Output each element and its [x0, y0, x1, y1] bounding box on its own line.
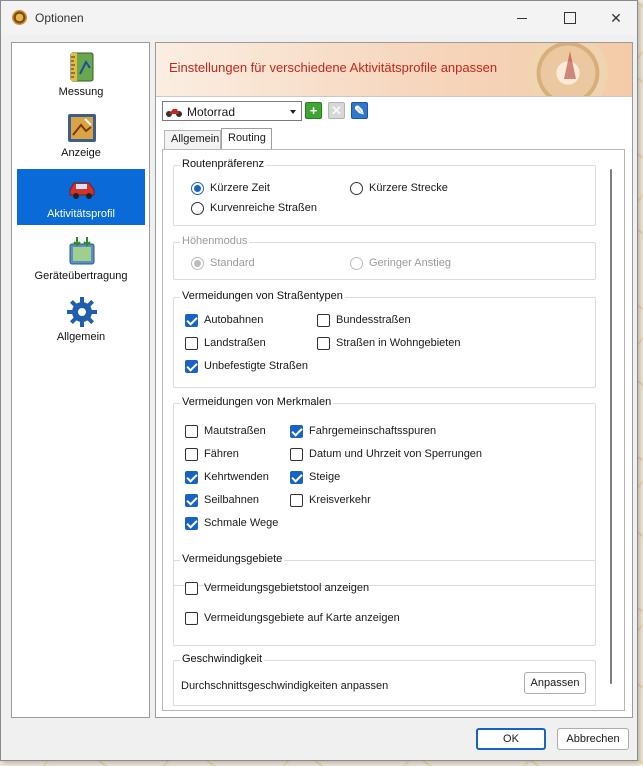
- sidebar-item-messung[interactable]: Messung: [17, 47, 145, 103]
- title-bar: Optionen ✕: [1, 1, 637, 35]
- radio-indicator: [191, 202, 204, 215]
- category-sidebar: Messung Anzeige Aktivitätsprofil Geräteü…: [11, 42, 150, 718]
- cancel-button[interactable]: Abbrechen: [557, 728, 629, 750]
- group-legend: Höhenmodus: [180, 235, 250, 247]
- radio-indicator: [191, 182, 204, 195]
- sidebar-item-allgemein[interactable]: Allgemein: [17, 292, 145, 348]
- radio-label: Geringer Anstieg: [369, 257, 451, 269]
- tab-allgemein[interactable]: Allgemein: [164, 130, 221, 149]
- sidebar-item-label: Allgemein: [56, 331, 106, 343]
- settings-panel: Einstellungen für verschiedene Aktivität…: [155, 42, 633, 718]
- checkbox-label: Straßen in Wohngebieten: [336, 337, 461, 349]
- tab-routing[interactable]: Routing: [221, 128, 272, 150]
- checkbox-indicator: [290, 494, 303, 507]
- group-elevation-mode: Höhenmodus Standard Geringer Anstieg: [173, 235, 596, 280]
- checkbox-indicator: [290, 425, 303, 438]
- checkbox-indicator: [185, 494, 198, 507]
- add-profile-button[interactable]: +: [305, 102, 322, 119]
- checkbox-indicator: [317, 337, 330, 350]
- profile-select-value: Motorrad: [187, 105, 236, 119]
- profile-select[interactable]: Motorrad: [162, 101, 302, 121]
- group-legend: Vermeidungen von Straßentypen: [180, 290, 345, 302]
- checkbox-indicator: [185, 471, 198, 484]
- checkbox-label: Kreisverkehr: [309, 494, 371, 506]
- compass-needle-icon: [564, 51, 576, 79]
- checkbox-label: Vermeidungsgebiete auf Karte anzeigen: [204, 612, 400, 624]
- checkbox-label: Bundesstraßen: [336, 314, 411, 326]
- minimize-button[interactable]: [499, 1, 545, 35]
- sidebar-item-label: Anzeige: [61, 147, 101, 159]
- checkbox-label: Seilbahnen: [204, 494, 260, 506]
- group-legend: Routenpräferenz: [180, 158, 266, 170]
- group-legend: Vermeidungen von Merkmalen: [180, 396, 334, 408]
- device-transfer-icon: [69, 237, 95, 265]
- sidebar-item-label: Messung: [58, 86, 104, 98]
- radio-indicator: [191, 257, 204, 270]
- checkbox-indicator: [290, 448, 303, 461]
- radio-indicator: [350, 182, 363, 195]
- checkbox-indicator: [185, 425, 198, 438]
- car-icon: [69, 182, 95, 199]
- checkbox-label: Datum und Uhrzeit von Sperrungen: [309, 448, 483, 460]
- radio-label: Kürzere Strecke: [369, 182, 448, 194]
- checkbox-indicator: [185, 360, 198, 373]
- group-legend: Geschwindigkeit: [180, 653, 265, 665]
- group-road-types: Vermeidungen von Straßentypen Autobahnen…: [173, 290, 596, 388]
- checkbox-label: Fahrgemeinschaftsspuren: [309, 425, 437, 437]
- checkbox-label: Landstraßen: [204, 337, 266, 349]
- ok-button[interactable]: OK: [476, 728, 546, 750]
- adjust-speeds-button[interactable]: Anpassen: [524, 672, 586, 694]
- sidebar-item-aktivitaetsprofil[interactable]: Aktivitätsprofil: [17, 169, 145, 225]
- checkbox-indicator: [185, 582, 198, 595]
- delete-profile-button[interactable]: ✕: [328, 102, 345, 119]
- group-legend: Vermeidungsgebiete: [180, 553, 285, 565]
- checkbox-label: Kehrtwenden: [204, 471, 269, 483]
- checkbox-label: Fähren: [204, 448, 239, 460]
- options-dialog: Optionen ✕ Messung Anzeige Aktivitätspro…: [0, 0, 638, 761]
- gear-icon: [67, 297, 97, 327]
- radio-label: Kürzere Zeit: [210, 182, 270, 194]
- window-title: Optionen: [35, 11, 84, 25]
- panel-header: Einstellungen für verschiedene Aktivität…: [156, 43, 632, 96]
- app-icon: [12, 10, 27, 25]
- checkbox-indicator: [185, 448, 198, 461]
- divider: [156, 96, 632, 97]
- checkbox-label: Vermeidungsgebietstool anzeigen: [204, 582, 370, 594]
- checkbox-label: Autobahnen: [204, 314, 264, 326]
- group-route-preference: Routenpräferenz Kürzere Zeit Kürzere Str…: [173, 158, 596, 226]
- checkbox-indicator: [185, 612, 198, 625]
- chevron-down-icon: [290, 110, 296, 114]
- checkbox-indicator: [185, 314, 198, 327]
- close-button[interactable]: ✕: [593, 1, 639, 35]
- sidebar-item-geraeteuebertragung[interactable]: Geräteübertragung: [17, 231, 145, 287]
- checkbox-label: Steige: [309, 471, 341, 483]
- checkbox-indicator: [317, 314, 330, 327]
- motorcycle-icon: [166, 109, 182, 117]
- edit-profile-button[interactable]: ✎: [351, 102, 368, 119]
- checkbox-label: Mautstraßen: [204, 425, 266, 437]
- checkbox-label: Unbefestigte Straßen: [204, 360, 308, 372]
- checkbox-indicator: [290, 471, 303, 484]
- radio-label: Kurvenreiche Straßen: [210, 202, 317, 214]
- scrollbar[interactable]: [610, 169, 612, 684]
- checkbox-indicator: [185, 517, 198, 530]
- speed-description: Durchschnittsgeschwindigkeiten anpassen: [181, 680, 389, 692]
- page-title: Einstellungen für verschiedene Aktivität…: [169, 60, 498, 75]
- sidebar-item-anzeige[interactable]: Anzeige: [17, 108, 145, 164]
- display-icon: [68, 114, 96, 142]
- radio-label: Standard: [210, 257, 255, 269]
- checkbox-indicator: [185, 337, 198, 350]
- maximize-button[interactable]: [547, 1, 593, 35]
- group-avoid-areas: Vermeidungsgebiete Vermeidungsgebietstoo…: [173, 553, 596, 646]
- ruler-icon: [70, 52, 94, 82]
- sidebar-item-label: Geräteübertragung: [34, 270, 128, 282]
- checkbox-label: Schmale Wege: [204, 517, 279, 529]
- sidebar-item-label: Aktivitätsprofil: [47, 208, 115, 220]
- radio-indicator: [350, 257, 363, 270]
